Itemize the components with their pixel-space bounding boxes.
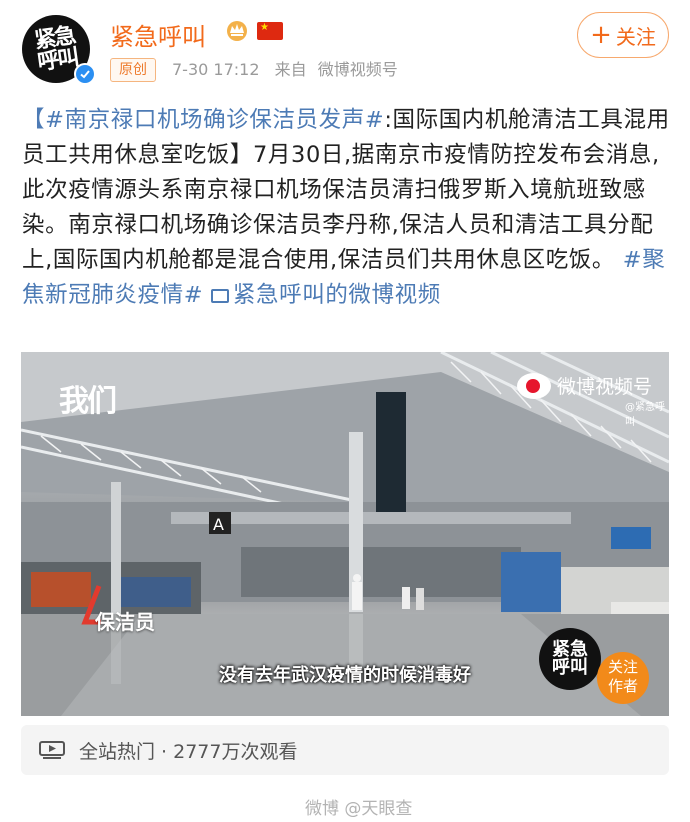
topic-link[interactable]: 【#南京禄口机场确诊保洁员发声# — [22, 107, 384, 133]
username[interactable]: 紧急呼叫 — [110, 17, 206, 52]
gate-sign: A — [213, 515, 224, 534]
post-time: 7-30 17:12 — [172, 60, 260, 79]
author-avatar[interactable]: 紧急呼叫 — [539, 628, 601, 690]
stats-text: 全站热门 · 2777万次观看 — [79, 740, 298, 763]
follow-label: 关注 — [615, 24, 656, 49]
follow-author-button[interactable]: 关注作者 — [597, 652, 649, 704]
video-link-icon — [210, 289, 229, 303]
crown-icon — [227, 21, 247, 41]
video-player[interactable]: A 我们 微博视频号 @紧急呼叫 保洁员 没有去年武汉疫情的时候消毒好 紧急呼叫… — [21, 352, 669, 716]
author-avatar-text: 紧急呼叫 — [552, 639, 588, 678]
wemen-logo: 我们 — [59, 384, 117, 419]
post-header: 紧急呼叫 紧急呼叫 ★ 原创 7-30 17:12 来自 微博视频号 + 关注 — [0, 0, 690, 95]
original-badge: 原创 — [110, 58, 156, 82]
role-label: 保洁员 — [95, 610, 155, 634]
post-meta: 7-30 17:12 来自 微博视频号 — [172, 58, 398, 82]
watermark: 微博 @天眼查 — [305, 799, 413, 819]
source-prefix: 来自 — [274, 60, 307, 79]
video-link[interactable]: 紧急呼叫的微博视频 — [210, 282, 441, 308]
weibo-icon — [517, 372, 551, 399]
china-flag-icon: ★ — [257, 22, 283, 40]
plus-icon: + — [590, 20, 612, 50]
verified-icon — [74, 63, 96, 85]
source-link[interactable]: 微博视频号 — [318, 60, 398, 79]
weibo-video-label: 微博视频号 — [557, 376, 653, 398]
video-play-icon — [39, 741, 65, 759]
stats-bar[interactable]: 全站热门 · 2777万次观看 — [21, 725, 669, 775]
follow-author-label: 关注作者 — [607, 658, 638, 695]
follow-button[interactable]: + 关注 — [577, 12, 669, 58]
weibo-handle: @紧急呼叫 — [625, 402, 665, 428]
post-text: 【#南京禄口机场确诊保洁员发声#:国际国内机舱清洁工具混用 员工共用休息室吃饭】… — [22, 103, 672, 313]
video-link-label: 紧急呼叫的微博视频 — [232, 282, 441, 308]
weibo-video-logo: 微博视频号 — [517, 372, 652, 399]
